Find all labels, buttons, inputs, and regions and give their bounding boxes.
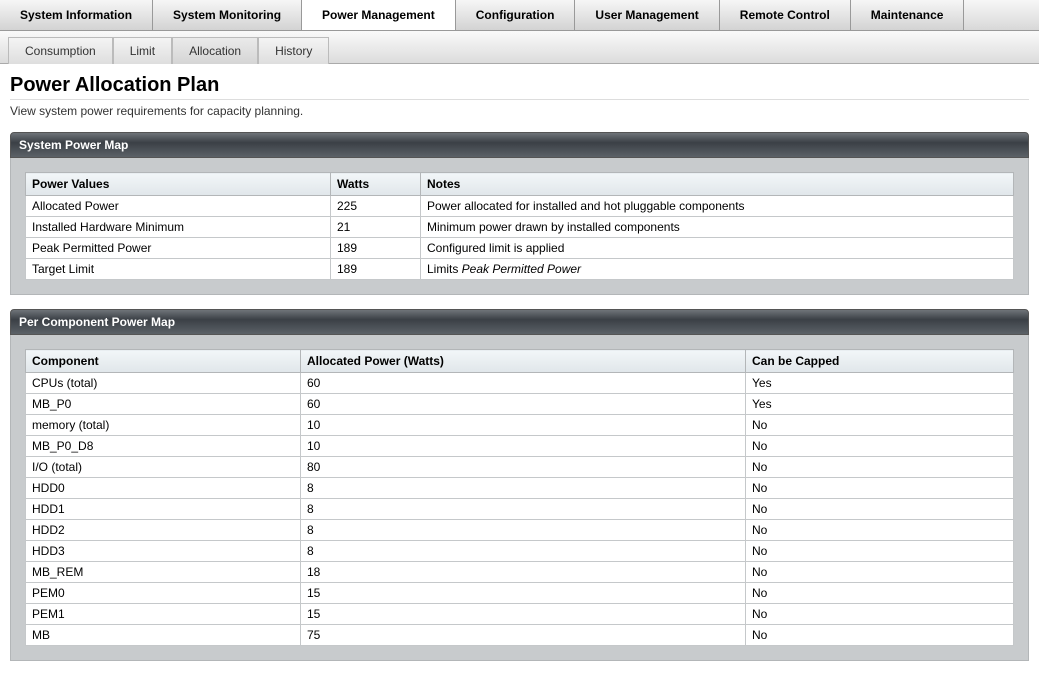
cell-watts: 189 (331, 259, 421, 280)
table-row: MB_REM 18 No (26, 562, 1014, 583)
cell-watts: 10 (301, 436, 746, 457)
panel-per-component-power-map: Per Component Power Map Component Alloca… (10, 309, 1029, 661)
cell-capped: No (746, 541, 1014, 562)
table-system-power-map: Power Values Watts Notes Allocated Power… (25, 172, 1014, 280)
panel-header-per-component: Per Component Power Map (10, 309, 1029, 335)
col-allocated-power: Allocated Power (Watts) (301, 350, 746, 373)
table-row: Allocated Power 225 Power allocated for … (26, 196, 1014, 217)
cell-capped: No (746, 520, 1014, 541)
cell-component: MB_REM (26, 562, 301, 583)
cell-watts: 60 (301, 394, 746, 415)
col-component: Component (26, 350, 301, 373)
cell-watts: 225 (331, 196, 421, 217)
cell-component: MB_P0 (26, 394, 301, 415)
table-row: Peak Permitted Power 189 Configured limi… (26, 238, 1014, 259)
cell-component: PEM1 (26, 604, 301, 625)
cell-component: CPUs (total) (26, 373, 301, 394)
cell-component: HDD1 (26, 499, 301, 520)
cell-label: Allocated Power (26, 196, 331, 217)
table-row: HDD2 8 No (26, 520, 1014, 541)
cell-label: Target Limit (26, 259, 331, 280)
main-tabs: System Information System Monitoring Pow… (0, 0, 1039, 31)
cell-capped: No (746, 499, 1014, 520)
table-row: MB 75 No (26, 625, 1014, 646)
cell-watts: 15 (301, 583, 746, 604)
cell-capped: Yes (746, 373, 1014, 394)
cell-component: HDD3 (26, 541, 301, 562)
subtab-history[interactable]: History (258, 37, 329, 64)
cell-label: Installed Hardware Minimum (26, 217, 331, 238)
cell-watts: 189 (331, 238, 421, 259)
cell-notes: Configured limit is applied (421, 238, 1014, 259)
sub-tabs: Consumption Limit Allocation History (0, 31, 1039, 64)
cell-capped: No (746, 457, 1014, 478)
cell-capped: No (746, 604, 1014, 625)
cell-watts: 60 (301, 373, 746, 394)
table-header-row: Component Allocated Power (Watts) Can be… (26, 350, 1014, 373)
cell-capped: No (746, 583, 1014, 604)
cell-capped: No (746, 562, 1014, 583)
tab-maintenance[interactable]: Maintenance (851, 0, 965, 30)
cell-watts: 8 (301, 478, 746, 499)
table-row: memory (total) 10 No (26, 415, 1014, 436)
col-watts: Watts (331, 173, 421, 196)
cell-component: HDD2 (26, 520, 301, 541)
col-power-values: Power Values (26, 173, 331, 196)
subtab-limit[interactable]: Limit (113, 37, 172, 64)
cell-watts: 8 (301, 541, 746, 562)
cell-notes: Limits Peak Permitted Power (421, 259, 1014, 280)
cell-capped: No (746, 625, 1014, 646)
tab-configuration[interactable]: Configuration (456, 0, 576, 30)
table-row: MB_P0_D8 10 No (26, 436, 1014, 457)
cell-watts: 75 (301, 625, 746, 646)
page-subtitle: View system power requirements for capac… (10, 104, 1029, 118)
cell-notes: Minimum power drawn by installed compone… (421, 217, 1014, 238)
cell-notes: Power allocated for installed and hot pl… (421, 196, 1014, 217)
page-title: Power Allocation Plan (10, 74, 1029, 100)
table-row: PEM1 15 No (26, 604, 1014, 625)
cell-component: PEM0 (26, 583, 301, 604)
cell-watts: 8 (301, 499, 746, 520)
table-row: Installed Hardware Minimum 21 Minimum po… (26, 217, 1014, 238)
cell-component: memory (total) (26, 415, 301, 436)
cell-component: MB (26, 625, 301, 646)
tab-system-monitoring[interactable]: System Monitoring (153, 0, 302, 30)
cell-watts: 15 (301, 604, 746, 625)
cell-label: Peak Permitted Power (26, 238, 331, 259)
table-row: PEM0 15 No (26, 583, 1014, 604)
cell-capped: No (746, 436, 1014, 457)
cell-component: HDD0 (26, 478, 301, 499)
cell-watts: 18 (301, 562, 746, 583)
table-per-component: Component Allocated Power (Watts) Can be… (25, 349, 1014, 646)
cell-capped: No (746, 478, 1014, 499)
cell-capped: Yes (746, 394, 1014, 415)
panel-header-system-power-map: System Power Map (10, 132, 1029, 158)
table-row: HDD1 8 No (26, 499, 1014, 520)
table-row: CPUs (total) 60 Yes (26, 373, 1014, 394)
subtab-consumption[interactable]: Consumption (8, 37, 113, 64)
table-row: MB_P0 60 Yes (26, 394, 1014, 415)
cell-component: MB_P0_D8 (26, 436, 301, 457)
cell-capped: No (746, 415, 1014, 436)
cell-watts: 21 (331, 217, 421, 238)
tab-remote-control[interactable]: Remote Control (720, 0, 851, 30)
panel-system-power-map: System Power Map Power Values Watts Note… (10, 132, 1029, 295)
cell-watts: 8 (301, 520, 746, 541)
col-notes: Notes (421, 173, 1014, 196)
tab-system-information[interactable]: System Information (0, 0, 153, 30)
col-can-be-capped: Can be Capped (746, 350, 1014, 373)
cell-component: I/O (total) (26, 457, 301, 478)
table-header-row: Power Values Watts Notes (26, 173, 1014, 196)
cell-watts: 10 (301, 415, 746, 436)
table-row: HDD0 8 No (26, 478, 1014, 499)
tab-user-management[interactable]: User Management (575, 0, 719, 30)
subtab-allocation[interactable]: Allocation (172, 37, 258, 64)
tab-power-management[interactable]: Power Management (302, 0, 456, 30)
table-row: I/O (total) 80 No (26, 457, 1014, 478)
cell-watts: 80 (301, 457, 746, 478)
table-row: Target Limit 189 Limits Peak Permitted P… (26, 259, 1014, 280)
table-row: HDD3 8 No (26, 541, 1014, 562)
